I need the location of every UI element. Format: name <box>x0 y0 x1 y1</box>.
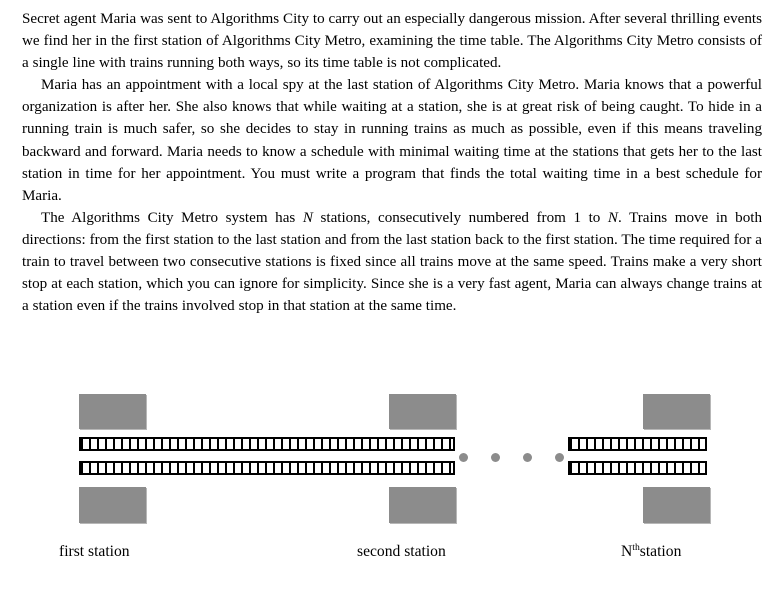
paragraph-3: The Algorithms City Metro system has N s… <box>22 207 762 317</box>
paragraph-3-segment-b: stations, consecutively numbered from 1 … <box>312 209 608 226</box>
label-first-station: first station <box>59 543 130 560</box>
label-nth-station: Nthstation <box>621 541 682 561</box>
track-upper-right-segment <box>568 437 707 451</box>
platform-block-bottom-first-station <box>79 487 146 523</box>
ellipsis-dot-2 <box>491 453 500 462</box>
paragraph-2: Maria has an appointment with a local sp… <box>22 77 762 204</box>
paragraph-1: Secret agent Maria was sent to Algorithm… <box>22 11 762 72</box>
platform-block-top-first-station <box>79 394 146 429</box>
label-nth-station-word: station <box>639 543 682 560</box>
track-sleepers <box>83 465 451 471</box>
document-body: Secret agent Maria was sent to Algorithm… <box>22 8 762 317</box>
math-variable-n-first: N <box>302 209 313 226</box>
track-sleepers <box>572 465 703 471</box>
label-nth-station-ordinal-suffix: th <box>632 541 640 553</box>
platform-block-top-nth-station <box>643 394 710 429</box>
track-upper-left-segment <box>79 437 455 451</box>
platform-block-bottom-nth-station <box>643 487 710 523</box>
label-nth-station-base: N <box>621 543 633 560</box>
ellipsis-dot-3 <box>523 453 532 462</box>
platform-block-top-second-station <box>389 394 456 429</box>
track-lower-left-segment <box>79 461 455 475</box>
ellipsis-dot-1 <box>459 453 468 462</box>
track-sleepers <box>83 441 451 447</box>
label-second-station: second station <box>357 543 446 560</box>
platform-block-bottom-second-station <box>389 487 456 523</box>
track-sleepers <box>572 441 703 447</box>
ellipsis-dot-4 <box>555 453 564 462</box>
math-variable-n-second: N <box>607 209 618 226</box>
paragraph-3-segment-a: The Algorithms City Metro system has <box>41 209 303 226</box>
track-lower-right-segment <box>568 461 707 475</box>
